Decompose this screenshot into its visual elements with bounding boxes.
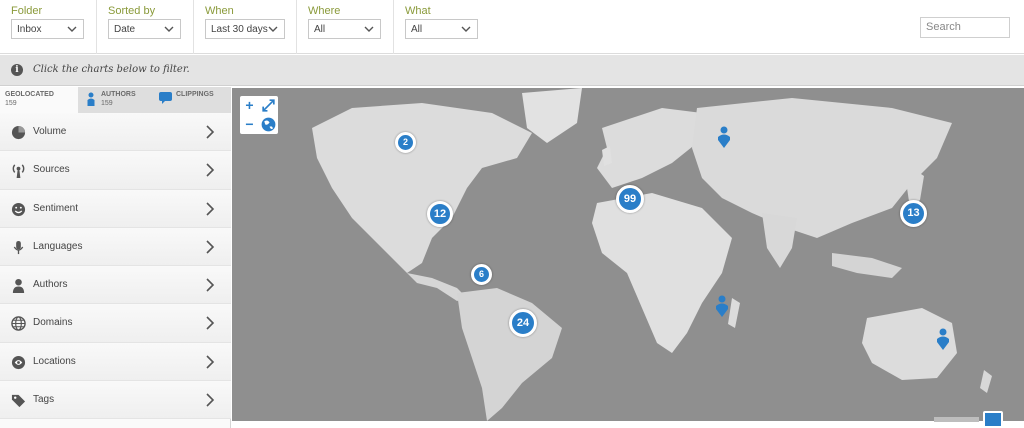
filter-label: When	[205, 5, 234, 17]
tab-label: AUTHORS	[101, 91, 136, 98]
map-cluster-marker[interactable]: 99	[616, 185, 644, 213]
tab-label: CLIPPINGS	[176, 91, 214, 98]
author-pin-icon[interactable]	[936, 328, 950, 350]
menu-item-languages[interactable]: Languages	[0, 227, 231, 267]
map-zoom-control: + −	[240, 96, 278, 134]
person-icon	[87, 92, 95, 106]
zoom-out-button[interactable]: −	[241, 116, 258, 133]
menu-item-tags[interactable]: Tags	[0, 381, 231, 420]
chevron-right-icon	[206, 355, 215, 369]
filter-bar: Folder Inbox Sorted by Date When Last 30…	[0, 0, 1024, 54]
info-icon: i	[11, 64, 23, 76]
map-cluster-marker[interactable]: 2	[395, 132, 416, 153]
microphone-icon	[13, 240, 24, 254]
where-select[interactable]: All	[308, 19, 381, 39]
menu-item-locations[interactable]: Locations	[0, 342, 231, 382]
filter-label: Where	[308, 5, 341, 17]
fullscreen-icon[interactable]	[260, 97, 277, 114]
chevron-right-icon	[206, 125, 215, 139]
filter-what: What All	[394, 0, 491, 54]
menu-item-sources[interactable]: Sources	[0, 151, 231, 190]
person-icon	[12, 279, 25, 294]
tab-bar: GEOLOCATED 159 AUTHORS 159 CLIPPINGS	[0, 87, 231, 113]
filter-label: Sorted by	[108, 5, 156, 17]
chevron-right-icon	[206, 163, 215, 177]
world-map[interactable]	[232, 88, 1024, 421]
menu-item-domains[interactable]: Domains	[0, 304, 231, 343]
tab-label: GEOLOCATED	[5, 91, 54, 98]
chevron-down-icon	[461, 26, 471, 32]
filter-folder: Folder Inbox	[0, 0, 97, 54]
globe-icon	[11, 316, 26, 332]
pie-chart-icon	[11, 125, 26, 140]
tag-icon	[11, 394, 26, 408]
facet-menu: Volume Sources Sentiment Languages Autho…	[0, 113, 231, 420]
tab-count: 159	[101, 100, 113, 107]
chevron-down-icon	[164, 26, 174, 32]
zoom-in-button[interactable]: +	[241, 97, 258, 114]
sidebar: GEOLOCATED 159 AUTHORS 159 CLIPPINGS Vol…	[0, 87, 231, 428]
filter-where: Where All	[297, 0, 394, 54]
hint-bar: i Click the charts below to filter.	[0, 55, 1024, 86]
author-pin-icon[interactable]	[715, 295, 729, 317]
folder-select[interactable]: Inbox	[11, 19, 84, 39]
sort-select[interactable]: Date	[108, 19, 181, 39]
world-map-tiles	[232, 88, 1024, 421]
map-attribution	[934, 417, 979, 422]
chevron-right-icon	[206, 393, 215, 407]
location-icon	[11, 355, 26, 369]
map-cluster-marker[interactable]: 6	[471, 264, 492, 285]
filter-label: Folder	[11, 5, 43, 17]
filter-when: When Last 30 days	[194, 0, 297, 54]
speech-bubble-icon	[159, 92, 172, 104]
when-select[interactable]: Last 30 days	[205, 19, 285, 39]
menu-item-volume[interactable]: Volume	[0, 113, 231, 152]
chevron-right-icon	[206, 316, 215, 331]
filter-label: What	[405, 5, 431, 17]
map-cluster-marker[interactable]: 12	[427, 201, 453, 227]
menu-item-sentiment[interactable]: Sentiment	[0, 189, 231, 228]
image-export-icon[interactable]	[983, 411, 1003, 428]
chevron-right-icon	[206, 202, 215, 216]
search-input[interactable]: Search	[920, 17, 1010, 38]
map-cluster-marker[interactable]: 13	[900, 200, 927, 227]
chevron-down-icon	[67, 26, 77, 32]
hint-text: Click the charts below to filter.	[33, 64, 190, 75]
broadcast-icon	[12, 164, 25, 179]
filter-sorted-by: Sorted by Date	[97, 0, 194, 54]
tab-geolocated[interactable]: GEOLOCATED 159	[0, 87, 78, 113]
chevron-right-icon	[206, 240, 215, 254]
map-cluster-marker[interactable]: 24	[509, 309, 537, 337]
what-select[interactable]: All	[405, 19, 478, 39]
chevron-down-icon	[268, 26, 278, 32]
globe-reset-icon[interactable]	[260, 116, 277, 133]
smiley-icon	[11, 202, 26, 216]
chevron-right-icon	[206, 278, 215, 292]
tab-authors[interactable]: AUTHORS 159	[79, 87, 152, 113]
tab-clippings[interactable]: CLIPPINGS	[153, 87, 231, 113]
author-pin-icon[interactable]	[717, 126, 731, 148]
menu-item-authors[interactable]: Authors	[0, 266, 231, 305]
tab-count: 159	[5, 100, 17, 107]
chevron-down-icon	[364, 26, 374, 32]
